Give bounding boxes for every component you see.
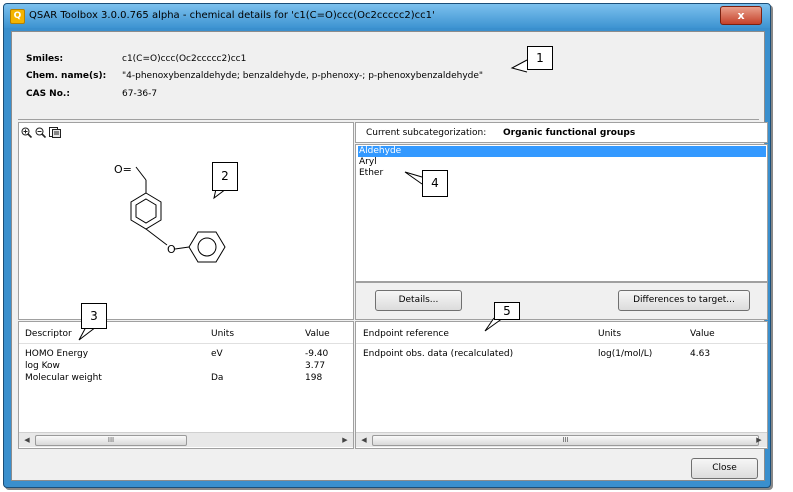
callout-4-pointer (404, 171, 423, 185)
callout-2: 2 (212, 162, 238, 191)
callout-3: 3 (81, 303, 107, 329)
callout-pointers (78, 59, 528, 341)
callout-5: 5 (494, 302, 520, 320)
callout-1-pointer (510, 59, 528, 73)
callout-4: 4 (422, 170, 448, 197)
callout-1: 1 (527, 46, 553, 70)
